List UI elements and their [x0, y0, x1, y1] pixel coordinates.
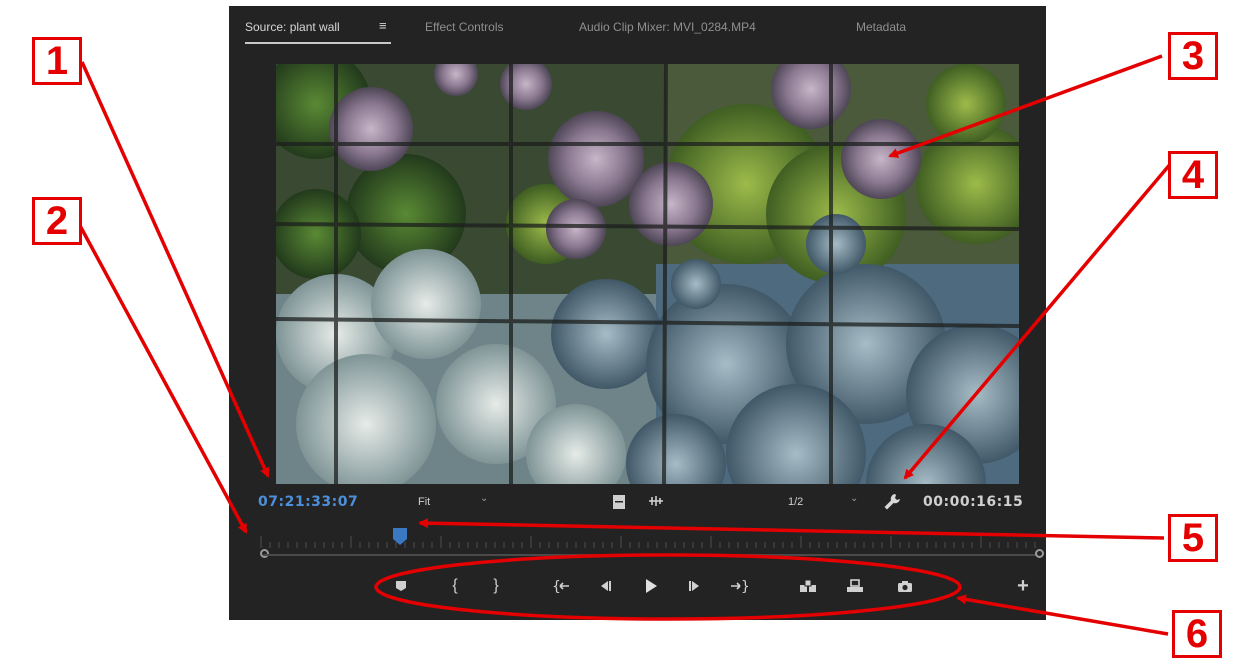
callout-3: 3	[1168, 32, 1218, 80]
step-forward-icon[interactable]	[681, 572, 709, 600]
time-ruler[interactable]	[259, 534, 1041, 550]
callout-4: 4	[1168, 151, 1218, 199]
svg-text:}: }	[741, 579, 748, 593]
zoom-level-value: Fit	[418, 496, 431, 508]
drag-video-only-icon[interactable]	[612, 494, 626, 513]
plant-wall-frame-image	[276, 64, 1019, 484]
video-frame-viewer[interactable]	[276, 64, 1019, 484]
export-frame-icon[interactable]	[891, 572, 919, 600]
tab-source[interactable]: Source: plant wall	[245, 20, 340, 34]
go-to-out-icon[interactable]: }	[725, 572, 753, 600]
play-icon[interactable]	[637, 572, 665, 600]
insert-icon[interactable]	[794, 572, 822, 600]
playback-resolution-value: 1/2	[788, 496, 804, 508]
drag-audio-only-icon[interactable]	[647, 495, 665, 510]
callout-1: 1	[32, 37, 82, 85]
chevron-down-icon: ⌄	[480, 493, 489, 504]
chevron-down-icon: ⌄	[850, 493, 859, 504]
svg-text:{: {	[552, 579, 561, 593]
button-editor-plus-icon[interactable]: +	[1009, 572, 1037, 600]
panel-menu-icon[interactable]: ≡	[379, 18, 387, 33]
tab-metadata[interactable]: Metadata	[856, 20, 906, 34]
callout-5: 5	[1168, 514, 1218, 562]
tab-audio-clip-mixer[interactable]: Audio Clip Mixer: MVI_0284.MP4	[579, 20, 756, 34]
zoom-scroll-bar[interactable]	[263, 554, 1039, 556]
playhead-timecode[interactable]: 07:21:33:07	[258, 494, 358, 510]
panel-tab-bar: Source: plant wall ≡ Effect Controls Aud…	[229, 6, 1046, 46]
go-to-in-icon[interactable]: {	[547, 572, 575, 600]
mark-out-icon[interactable]: }	[482, 572, 510, 600]
zoom-level-select[interactable]: Fit ⌄	[412, 492, 496, 512]
monitor-controls-row: 07:21:33:07 Fit ⌄ 1/2 ⌄ 00:00:16:15	[229, 484, 1046, 524]
playhead[interactable]	[392, 528, 407, 545]
callout-6: 6	[1172, 610, 1222, 658]
playback-resolution-select[interactable]: 1/2 ⌄	[782, 492, 866, 512]
clip-duration-timecode: 00:00:16:15	[923, 494, 1024, 510]
tab-effect-controls[interactable]: Effect Controls	[425, 20, 503, 34]
zoom-bar-right-handle[interactable]	[1035, 549, 1044, 558]
callout-2: 2	[32, 197, 82, 245]
mark-in-icon[interactable]: {	[441, 572, 469, 600]
arrow-2	[76, 221, 248, 534]
step-back-icon[interactable]	[591, 572, 619, 600]
active-tab-indicator	[245, 42, 391, 44]
transport-controls: { } { } +	[229, 572, 1046, 608]
source-monitor-panel: Source: plant wall ≡ Effect Controls Aud…	[229, 6, 1046, 620]
add-marker-icon[interactable]	[387, 572, 415, 600]
overwrite-icon[interactable]	[841, 572, 869, 600]
wrench-settings-icon[interactable]	[883, 493, 901, 514]
